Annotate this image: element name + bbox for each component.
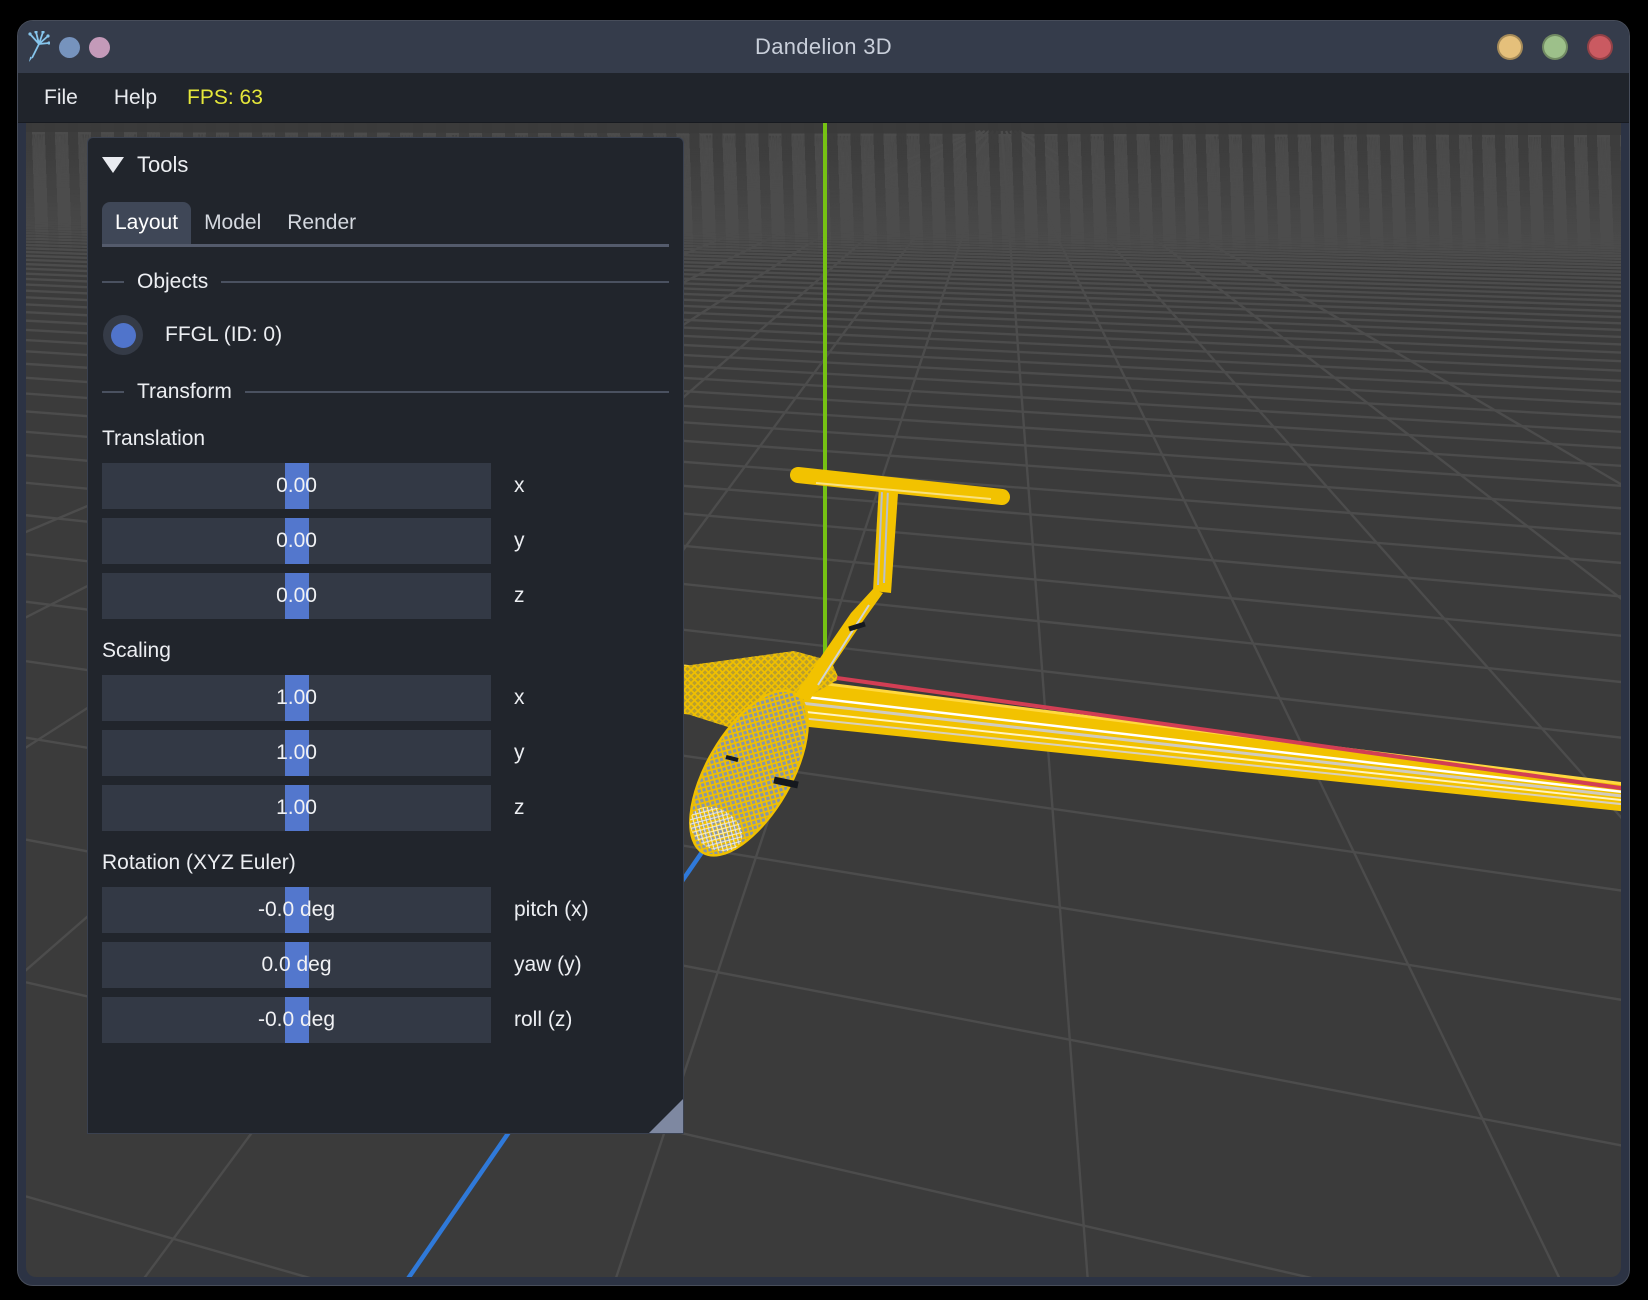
tab-render[interactable]: Render [274,202,369,244]
translation-z-slider[interactable]: 0.00 [102,573,491,619]
maximize-button[interactable] [1542,34,1568,60]
stabilizer [798,475,1002,497]
tab-layout[interactable]: Layout [102,202,191,244]
panel-resize-grip[interactable] [649,1099,683,1133]
app-window: Dandelion 3D File Help FPS: 63 [17,20,1630,1286]
rotation-roll-slider[interactable]: -0.0 deg [102,997,491,1043]
titlebar[interactable]: Dandelion 3D [18,21,1629,73]
transform-separator: Transform [102,379,669,405]
menu-file[interactable]: File [44,86,78,110]
panel-title: Tools [137,152,188,178]
scaling-x-slider[interactable]: 1.00 [102,675,491,721]
slider-row: -0.0 deg pitch (x) [102,887,669,933]
object-item-ffgl[interactable]: FFGL (ID: 0) [102,313,669,357]
minimize-button[interactable] [1497,34,1523,60]
object-radio[interactable] [103,315,143,355]
close-button[interactable] [1587,34,1613,60]
menubar: File Help FPS: 63 [18,73,1629,123]
slider-row: 1.00 x [102,675,669,721]
dandelion-icon [28,31,50,63]
slider-row: 0.00 x [102,463,669,509]
slider-row: 1.00 y [102,730,669,776]
slider-row: 0.0 deg yaw (y) [102,942,669,988]
objects-section-title: Objects [137,270,208,294]
workspace-dot-pink[interactable] [89,37,110,58]
glider-model [667,475,1621,874]
slider-row: -0.0 deg roll (z) [102,997,669,1043]
menu-help[interactable]: Help [114,86,157,110]
fps-counter: FPS: 63 [187,86,263,110]
translation-label: Translation [102,425,669,453]
rotation-pitch-slider[interactable]: -0.0 deg [102,887,491,933]
workspace-dot-blue[interactable] [59,37,80,58]
window-title: Dandelion 3D [18,34,1629,60]
collapse-triangle-icon[interactable] [102,157,124,173]
wing [684,666,1621,814]
slider-row: 1.00 z [102,785,669,831]
slider-row: 0.00 y [102,518,669,564]
objects-separator: Objects [102,269,669,295]
rotation-label: Rotation (XYZ Euler) [102,849,669,877]
slider-row: 0.00 z [102,573,669,619]
object-label: FFGL (ID: 0) [165,323,282,347]
viewport-3d[interactable]: Tools Layout Model Render Objects FFGL (… [26,123,1621,1277]
translation-x-slider[interactable]: 0.00 [102,463,491,509]
tools-panel: Tools Layout Model Render Objects FFGL (… [87,137,684,1134]
tab-bar: Layout Model Render [102,202,669,247]
scaling-label: Scaling [102,637,669,665]
transform-section-title: Transform [137,380,232,404]
scaling-y-slider[interactable]: 1.00 [102,730,491,776]
translation-y-slider[interactable]: 0.00 [102,518,491,564]
tab-model[interactable]: Model [191,202,274,244]
scaling-z-slider[interactable]: 1.00 [102,785,491,831]
rotation-yaw-slider[interactable]: 0.0 deg [102,942,491,988]
